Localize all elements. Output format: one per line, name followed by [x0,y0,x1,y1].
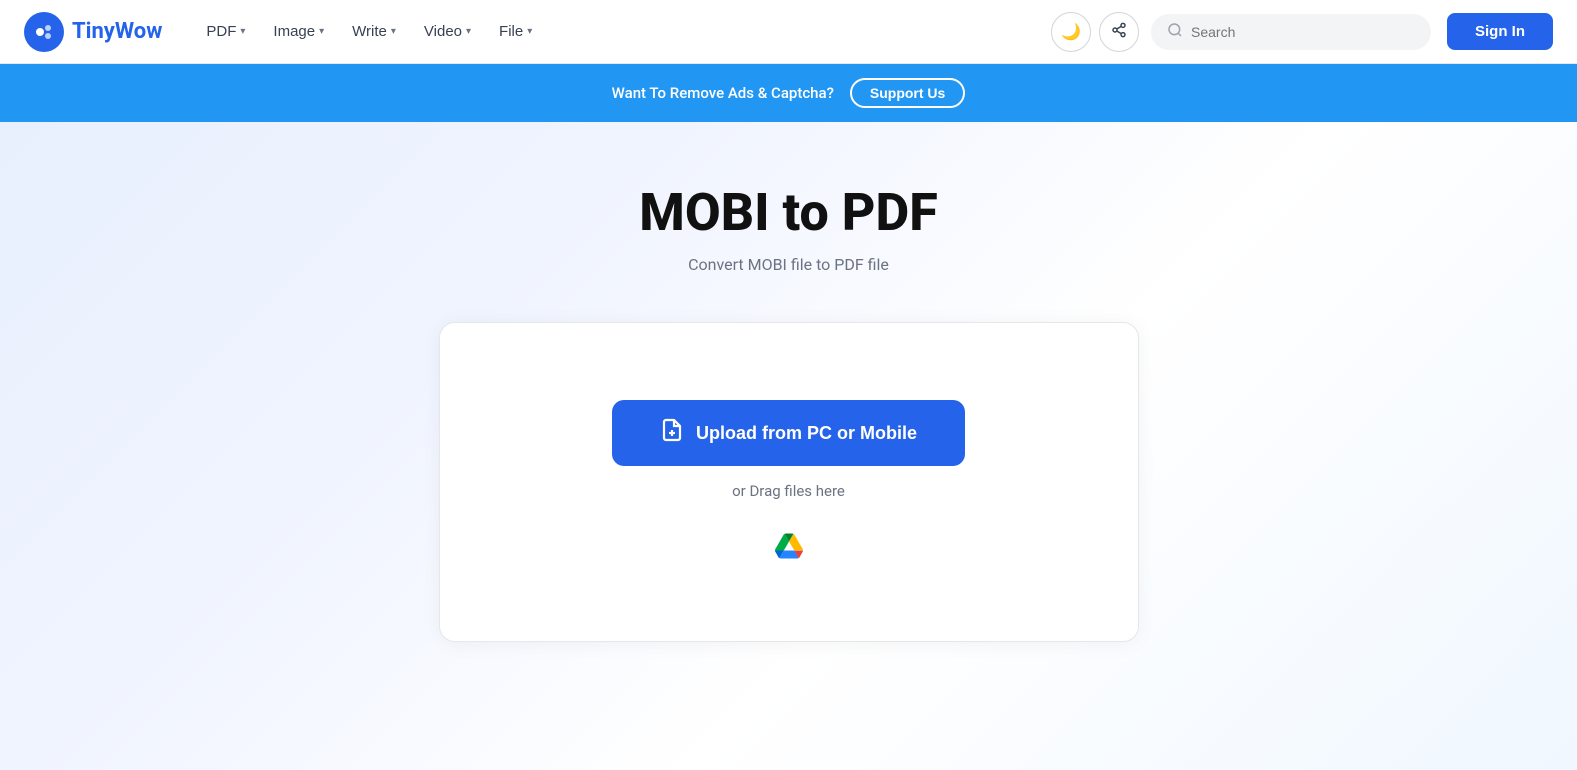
search-bar [1151,14,1431,50]
upload-button-label: Upload from PC or Mobile [696,423,917,444]
logo-link[interactable]: TinyWow [24,12,162,52]
logo-suffix: Wow [115,19,163,44]
nav-item-write[interactable]: Write ▾ [340,15,408,48]
share-button[interactable] [1099,12,1139,52]
google-drive-icon[interactable] [775,532,803,564]
chevron-down-icon: ▾ [240,26,245,37]
nav-item-file[interactable]: File ▾ [487,15,544,48]
logo-text: TinyWow [72,19,162,44]
drag-text: or Drag files here [732,482,845,500]
chevron-down-icon: ▾ [466,26,471,37]
chevron-down-icon: ▾ [391,26,396,37]
logo-icon [24,12,64,52]
search-input[interactable] [1191,24,1415,40]
chevron-down-icon: ▾ [319,26,324,37]
navbar: TinyWow PDF ▾ Image ▾ Write ▾ Video ▾ Fi… [0,0,1577,64]
chevron-down-icon: ▾ [527,26,532,37]
page-subtitle: Convert MOBI file to PDF file [688,255,889,274]
support-us-button[interactable]: Support Us [850,78,965,108]
main-content: MOBI to PDF Convert MOBI file to PDF fil… [0,122,1577,770]
upload-button[interactable]: Upload from PC or Mobile [612,400,965,466]
nav-icons: 🌙 [1051,12,1139,52]
banner-text: Want To Remove Ads & Captcha? [612,84,834,102]
promo-banner: Want To Remove Ads & Captcha? Support Us [0,64,1577,122]
logo-prefix: Tiny [72,19,115,44]
page-title: MOBI to PDF [639,182,937,243]
nav-item-video[interactable]: Video ▾ [412,15,483,48]
nav-item-image[interactable]: Image ▾ [261,15,336,48]
search-icon [1167,22,1183,42]
upload-area: Upload from PC or Mobile or Drag files h… [439,322,1139,642]
moon-icon: 🌙 [1061,22,1081,42]
nav-menu: PDF ▾ Image ▾ Write ▾ Video ▾ File ▾ [194,15,1051,48]
signin-button[interactable]: Sign In [1447,13,1553,50]
dark-mode-button[interactable]: 🌙 [1051,12,1091,52]
share-icon [1111,22,1127,41]
upload-file-icon [660,418,684,448]
nav-item-pdf[interactable]: PDF ▾ [194,15,257,48]
